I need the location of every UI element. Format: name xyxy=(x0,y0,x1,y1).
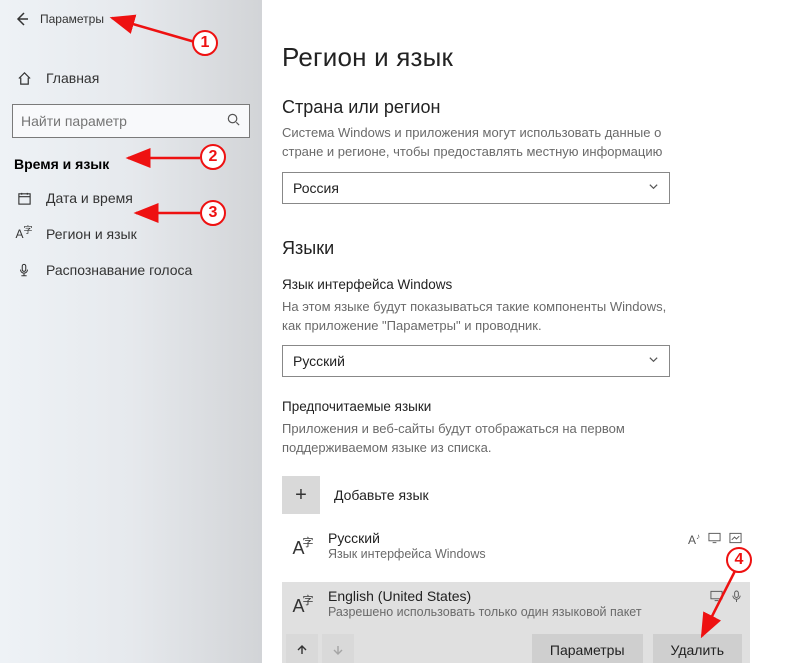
plus-icon: + xyxy=(282,476,320,514)
chevron-down-icon xyxy=(648,181,659,195)
region-select[interactable]: Россия xyxy=(282,172,670,204)
display-language-subheading: Язык интерфейса Windows xyxy=(282,277,770,292)
language-name: English (United States) xyxy=(328,588,710,604)
section-languages-heading: Языки xyxy=(282,238,770,259)
search-box[interactable] xyxy=(12,104,250,138)
search-icon xyxy=(226,112,241,130)
annotation-marker-1: 1 xyxy=(192,30,218,56)
language-actions: Параметры Удалить xyxy=(286,634,742,663)
header-bar: Параметры xyxy=(0,0,262,38)
display-language-value: Русский xyxy=(293,353,345,369)
language-entry-english[interactable]: A字 English (United States) Разрешено исп… xyxy=(282,582,750,663)
chevron-down-icon xyxy=(648,354,659,368)
sidebar-item-label: Распознавание голоса xyxy=(46,262,192,278)
sidebar-item-label: Регион и язык xyxy=(46,226,137,242)
sidebar: Параметры Главная Время и язык Дата и вр… xyxy=(0,0,262,663)
add-language-label: Добавьте язык xyxy=(334,487,429,503)
back-button[interactable] xyxy=(6,3,38,35)
region-help-text: Система Windows и приложения могут испол… xyxy=(282,124,682,162)
search-input[interactable] xyxy=(21,113,226,129)
display-language-help: На этом языке будут показываться такие к… xyxy=(282,298,682,336)
region-value: Россия xyxy=(293,180,339,196)
move-down-button[interactable] xyxy=(322,634,354,663)
move-up-button[interactable] xyxy=(286,634,318,663)
calendar-icon xyxy=(14,191,34,206)
microphone-icon xyxy=(14,263,34,278)
display-icon xyxy=(708,532,721,547)
preferred-languages-subheading: Предпочитаемые языки xyxy=(282,399,770,414)
annotation-marker-2: 2 xyxy=(200,144,226,170)
language-icon: A字 xyxy=(14,227,34,241)
header-title: Параметры xyxy=(40,12,104,26)
home-icon xyxy=(14,71,34,86)
speech-icon xyxy=(731,590,742,606)
sidebar-item-home[interactable]: Главная xyxy=(0,60,262,96)
text-to-speech-icon: A♪ xyxy=(688,532,700,547)
language-remove-button[interactable]: Удалить xyxy=(653,634,742,663)
display-icon xyxy=(710,590,723,606)
language-feature-icons xyxy=(710,588,742,606)
arrow-left-icon xyxy=(14,11,30,27)
annotation-marker-3: 3 xyxy=(200,200,226,226)
add-language-button[interactable]: + Добавьте язык xyxy=(282,476,770,514)
section-region-heading: Страна или регион xyxy=(282,97,770,118)
language-glyph-icon: A字 xyxy=(286,530,322,566)
language-feature-icons: A♪ xyxy=(688,530,742,547)
language-name: Русский xyxy=(328,530,688,546)
preferred-languages-help: Приложения и веб-сайты будут отображатьс… xyxy=(282,420,682,458)
sidebar-home-label: Главная xyxy=(46,70,99,86)
sidebar-item-speech[interactable]: Распознавание голоса xyxy=(0,252,262,288)
annotation-marker-4: 4 xyxy=(726,547,752,573)
language-entry-russian[interactable]: A字 Русский Язык интерфейса Windows A♪ xyxy=(282,524,750,572)
page-title: Регион и язык xyxy=(282,42,770,73)
language-description: Язык интерфейса Windows xyxy=(328,547,688,561)
handwriting-icon xyxy=(729,532,742,547)
language-glyph-icon: A字 xyxy=(286,588,322,624)
display-language-select[interactable]: Русский xyxy=(282,345,670,377)
language-options-button[interactable]: Параметры xyxy=(532,634,643,663)
language-description: Разрешено использовать только один языко… xyxy=(328,605,710,619)
main-content: Регион и язык Страна или регион Система … xyxy=(262,0,800,663)
sidebar-item-label: Дата и время xyxy=(46,190,133,206)
